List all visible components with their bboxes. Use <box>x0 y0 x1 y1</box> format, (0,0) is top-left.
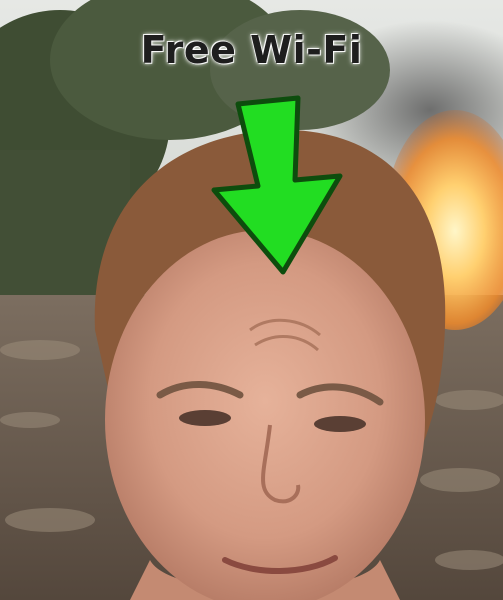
caption-text: Free Wi-Fi <box>140 28 363 72</box>
face <box>105 230 425 600</box>
photo-scene <box>0 0 503 600</box>
meme-image: Free Wi-Fi <box>0 0 503 600</box>
